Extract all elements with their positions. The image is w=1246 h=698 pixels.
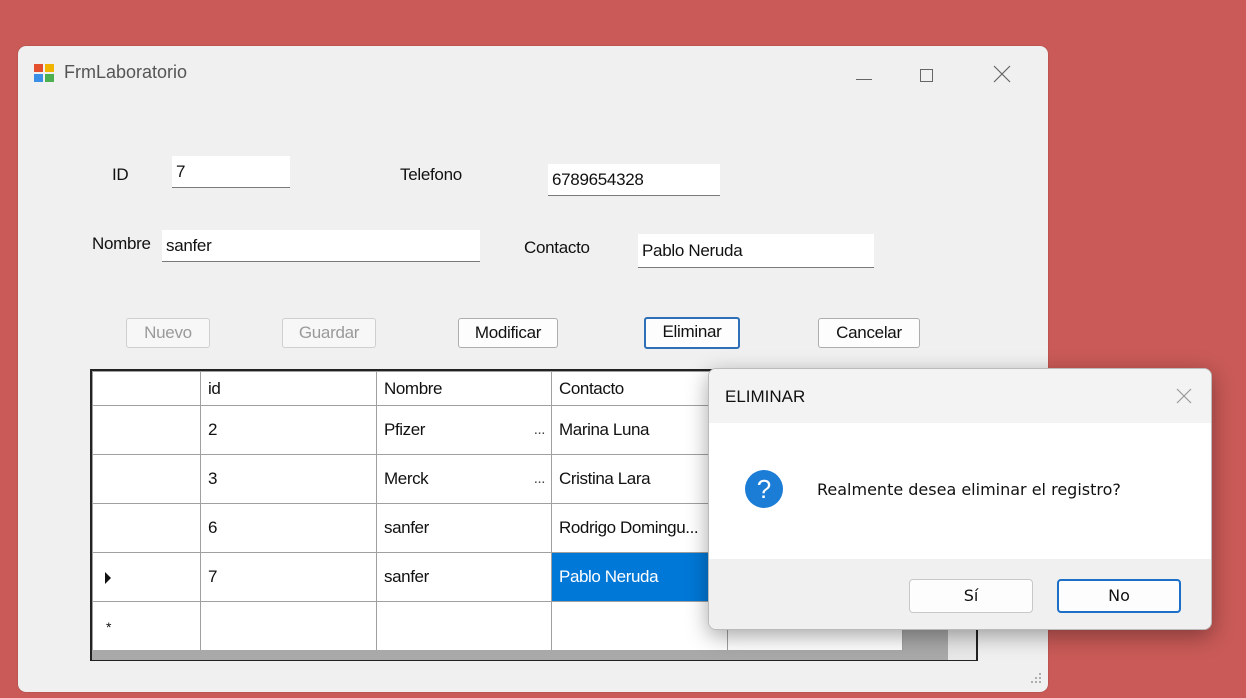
cell-contacto[interactable]: Marina Luna	[551, 405, 728, 455]
cell-nombre-text: Merck	[384, 469, 429, 488]
cell-contacto[interactable]: Rodrigo Domingu...	[551, 503, 728, 553]
contacto-label: Contacto	[524, 238, 590, 257]
cell-id[interactable]	[200, 601, 377, 651]
cell-id[interactable]: 2	[200, 405, 377, 455]
cell-nombre[interactable]: sanfer	[376, 503, 552, 553]
nuevo-button[interactable]: Nuevo	[126, 318, 210, 348]
cell-id[interactable]: 3	[200, 454, 377, 504]
modificar-button[interactable]: Modificar	[458, 318, 558, 348]
cell-nombre[interactable]: Merck...	[376, 454, 552, 504]
confirm-dialog: ELIMINAR ? Realmente desea eliminar el r…	[708, 368, 1212, 630]
cell-contacto[interactable]: Cristina Lara	[551, 454, 728, 504]
cancelar-button[interactable]: Cancelar	[818, 318, 920, 348]
cell-contacto[interactable]	[551, 601, 728, 651]
row-header[interactable]	[92, 503, 201, 553]
column-header-contacto[interactable]: Contacto	[551, 371, 728, 406]
row-header[interactable]	[92, 405, 201, 455]
minimize-button[interactable]	[836, 54, 892, 94]
dialog-body: ? Realmente desea eliminar el registro?	[709, 423, 1211, 559]
cell-nombre[interactable]: sanfer	[376, 552, 552, 602]
ellipsis: ...	[533, 421, 546, 438]
cell-nombre-text: Pfizer	[384, 420, 426, 439]
maximize-button[interactable]	[896, 54, 952, 94]
title-bar[interactable]: FrmLaboratorio	[18, 46, 1048, 102]
eliminar-button[interactable]: Eliminar	[644, 317, 740, 349]
minimize-icon	[856, 79, 872, 80]
close-icon	[993, 65, 1011, 83]
dialog-footer: Sí No	[709, 559, 1211, 629]
row-header[interactable]	[92, 454, 201, 504]
telefono-label: Telefono	[400, 165, 462, 184]
id-label: ID	[112, 165, 129, 184]
nombre-input[interactable]	[162, 230, 480, 262]
no-button[interactable]: No	[1057, 579, 1181, 613]
window-title: FrmLaboratorio	[64, 62, 188, 82]
question-icon: ?	[745, 470, 783, 508]
telefono-input[interactable]	[548, 164, 720, 196]
cell-contacto-selected[interactable]: Pablo Neruda	[551, 552, 728, 602]
ellipsis: ...	[533, 470, 546, 487]
app-icon	[34, 64, 54, 82]
close-button[interactable]	[974, 54, 1030, 94]
cell-id[interactable]: 7	[200, 552, 377, 602]
dialog-close-button[interactable]	[1167, 381, 1201, 411]
horizontal-scrollbar[interactable]	[92, 650, 976, 660]
corner-header[interactable]	[92, 371, 201, 406]
nombre-label: Nombre	[92, 234, 151, 253]
id-input[interactable]	[172, 156, 290, 188]
column-header-id[interactable]: id	[200, 371, 377, 406]
row-header-new[interactable]: *	[92, 601, 201, 651]
dialog-title: ELIMINAR	[725, 387, 806, 406]
dialog-message: Realmente desea eliminar el registro?	[817, 480, 1121, 499]
maximize-icon	[920, 69, 933, 82]
cell-nombre[interactable]	[376, 601, 552, 651]
row-header-current[interactable]	[92, 552, 201, 602]
new-row-icon: *	[106, 619, 112, 635]
contacto-input[interactable]	[638, 234, 874, 268]
yes-button[interactable]: Sí	[909, 579, 1033, 613]
column-header-nombre[interactable]: Nombre	[376, 371, 552, 406]
cell-id[interactable]: 6	[200, 503, 377, 553]
cell-nombre[interactable]: Pfizer...	[376, 405, 552, 455]
dialog-title-bar[interactable]: ELIMINAR	[709, 369, 1211, 423]
current-row-icon	[105, 572, 111, 584]
close-icon	[1176, 388, 1192, 404]
guardar-button[interactable]: Guardar	[282, 318, 376, 348]
resize-grip-icon[interactable]	[1028, 670, 1042, 684]
